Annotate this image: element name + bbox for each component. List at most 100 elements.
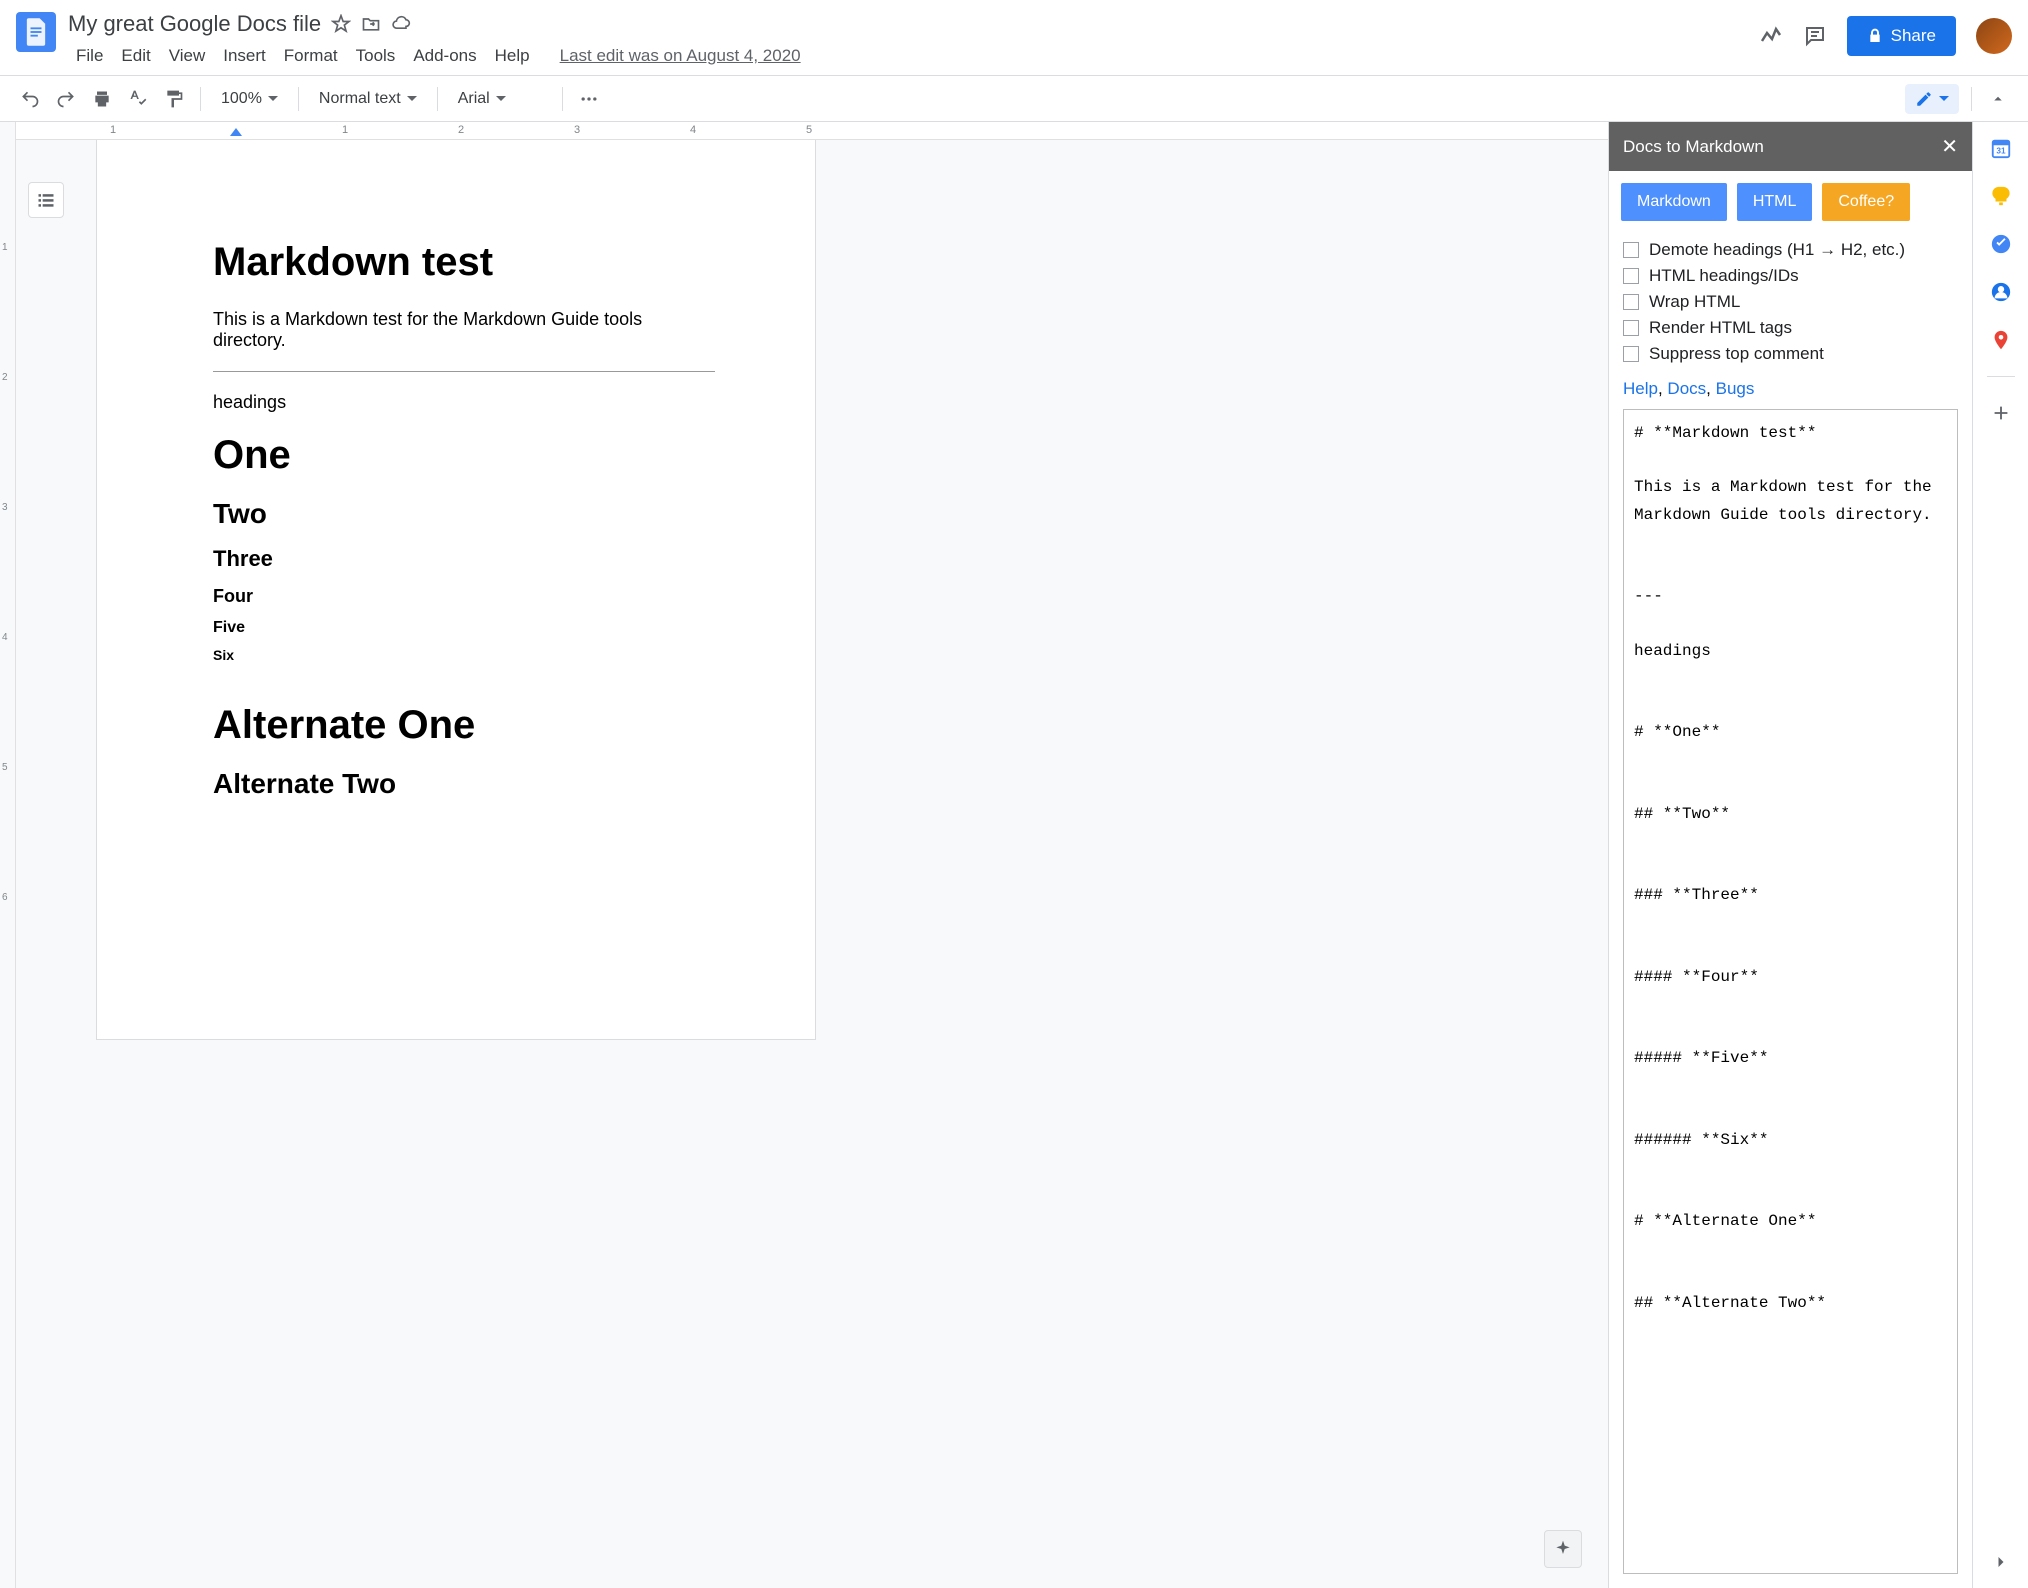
title-section: My great Google Docs file File Edit View… [68, 8, 1759, 72]
document-page[interactable]: Markdown test This is a Markdown test fo… [96, 140, 816, 1040]
doc-h6: Six [213, 647, 715, 663]
doc-alt2: Alternate Two [213, 768, 715, 800]
separator [1971, 87, 1972, 111]
document-area: 1 2 3 4 5 6 1 1 2 3 4 5 Markdown test Th… [0, 122, 1608, 1588]
contacts-icon[interactable] [1989, 280, 2013, 304]
header-actions: Share [1759, 16, 2012, 56]
avatar[interactable] [1976, 18, 2012, 54]
addon-links: Help, Docs, Bugs [1609, 375, 1972, 409]
document-title[interactable]: My great Google Docs file [68, 11, 321, 37]
font-select[interactable]: Arial [450, 86, 550, 112]
link-help[interactable]: Help [1623, 379, 1658, 398]
chevron-right-icon[interactable] [1989, 1550, 2013, 1574]
docs-logo[interactable] [16, 12, 56, 52]
app-header: My great Google Docs file File Edit View… [0, 0, 2028, 76]
spellcheck-icon[interactable] [124, 85, 152, 113]
menu-insert[interactable]: Insert [215, 42, 274, 70]
doc-h3: Three [213, 546, 715, 572]
explore-button[interactable] [1544, 1530, 1582, 1568]
toolbar: 100% Normal text Arial [0, 76, 2028, 122]
more-icon[interactable] [575, 85, 603, 113]
addon-output[interactable]: # **Markdown test** This is a Markdown t… [1623, 409, 1958, 1574]
separator [562, 87, 563, 111]
ruler-horizontal: 1 1 2 3 4 5 [16, 122, 1608, 140]
chevron-down-icon [496, 96, 506, 101]
doc-heading-title: Markdown test [213, 240, 715, 285]
link-bugs[interactable]: Bugs [1716, 379, 1755, 398]
tab-html[interactable]: HTML [1737, 183, 1813, 221]
add-icon[interactable] [1989, 401, 2013, 425]
addon-options: Demote headings (H1 → H2, etc.) HTML hea… [1609, 233, 1972, 375]
checkbox-html-headings[interactable] [1623, 268, 1639, 284]
separator [298, 87, 299, 111]
pencil-icon [1915, 90, 1933, 108]
outline-button[interactable] [28, 182, 64, 218]
doc-h4: Four [213, 586, 715, 607]
doc-alt1: Alternate One [213, 703, 715, 748]
explore-icon [1553, 1539, 1573, 1559]
link-docs[interactable]: Docs [1667, 379, 1706, 398]
menu-help[interactable]: Help [487, 42, 538, 70]
share-button[interactable]: Share [1847, 16, 1956, 56]
undo-icon[interactable] [16, 85, 44, 113]
separator [437, 87, 438, 111]
menu-view[interactable]: View [161, 42, 214, 70]
doc-h5: Five [213, 619, 715, 637]
main-area: 1 2 3 4 5 6 1 1 2 3 4 5 Markdown test Th… [0, 122, 2028, 1588]
style-select[interactable]: Normal text [311, 86, 425, 112]
chevron-down-icon [268, 96, 278, 101]
cloud-icon[interactable] [391, 14, 411, 34]
menu-edit[interactable]: Edit [113, 42, 158, 70]
menu-format[interactable]: Format [276, 42, 346, 70]
print-icon[interactable] [88, 85, 116, 113]
lock-icon [1867, 28, 1883, 44]
addon-header: Docs to Markdown ✕ [1609, 122, 1972, 171]
opt-label: Render HTML tags [1649, 318, 1792, 338]
share-label: Share [1891, 26, 1936, 46]
document-scroll[interactable]: 1 1 2 3 4 5 Markdown test This is a Mark… [16, 122, 1608, 1588]
redo-icon[interactable] [52, 85, 80, 113]
menu-file[interactable]: File [68, 42, 111, 70]
tab-coffee[interactable]: Coffee? [1822, 183, 1910, 221]
tab-markdown[interactable]: Markdown [1621, 183, 1727, 221]
editing-mode-button[interactable] [1905, 84, 1959, 114]
ruler-vertical: 1 2 3 4 5 6 [0, 122, 16, 1588]
checkbox-wrap-html[interactable] [1623, 294, 1639, 310]
indent-marker[interactable] [230, 128, 242, 136]
chevron-down-icon [1939, 96, 1949, 101]
doc-section-label: headings [213, 392, 715, 413]
tasks-icon[interactable] [1989, 232, 2013, 256]
checkbox-demote[interactable] [1623, 242, 1639, 258]
activity-icon[interactable] [1759, 24, 1783, 48]
opt-label: Demote headings (H1 → H2, etc.) [1649, 240, 1905, 260]
checkbox-render-tags[interactable] [1623, 320, 1639, 336]
doc-intro: This is a Markdown test for the Markdown… [213, 309, 715, 351]
close-icon[interactable]: ✕ [1941, 134, 1958, 159]
separator [200, 87, 201, 111]
paint-format-icon[interactable] [160, 85, 188, 113]
keep-icon[interactable] [1989, 184, 2013, 208]
comments-icon[interactable] [1803, 24, 1827, 48]
checkbox-suppress[interactable] [1623, 346, 1639, 362]
last-edit-text[interactable]: Last edit was on August 4, 2020 [560, 46, 801, 66]
calendar-icon[interactable]: 31 [1989, 136, 2013, 160]
separator [1987, 376, 2015, 377]
doc-h1: One [213, 433, 715, 478]
right-rail: 31 [1972, 122, 2028, 1588]
addon-title: Docs to Markdown [1623, 137, 1764, 157]
move-icon[interactable] [361, 14, 381, 34]
svg-text:31: 31 [1996, 147, 2006, 156]
menu-addons[interactable]: Add-ons [405, 42, 484, 70]
maps-icon[interactable] [1989, 328, 2013, 352]
outline-icon [36, 190, 56, 210]
star-icon[interactable] [331, 14, 351, 34]
chevron-down-icon [407, 96, 417, 101]
opt-label: Suppress top comment [1649, 344, 1824, 364]
addon-sidebar: Docs to Markdown ✕ Markdown HTML Coffee?… [1608, 122, 1972, 1588]
document-icon [25, 18, 47, 46]
zoom-select[interactable]: 100% [213, 86, 286, 112]
menu-tools[interactable]: Tools [348, 42, 404, 70]
opt-label: HTML headings/IDs [1649, 266, 1799, 286]
collapse-icon[interactable] [1984, 85, 2012, 113]
addon-tabs: Markdown HTML Coffee? [1609, 171, 1972, 233]
